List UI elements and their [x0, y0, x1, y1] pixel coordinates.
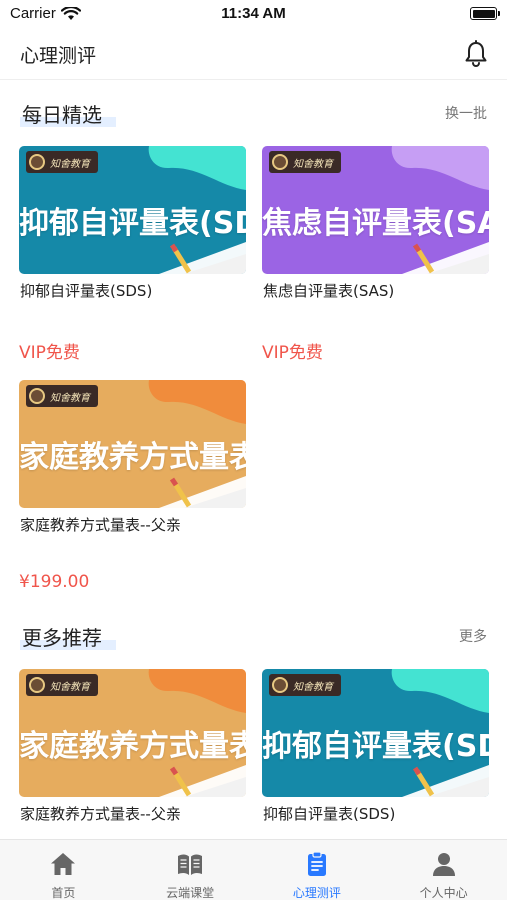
- banner-text: 抑郁自评量表(SDS): [262, 729, 489, 764]
- section-header-more: 更多推荐 更多: [0, 620, 507, 654]
- assessment-card[interactable]: 知舍教育 家庭教养方式量表 家庭教养方式量表--父亲 ¥199.00: [19, 380, 246, 592]
- assessment-card[interactable]: 知舍教育 抑郁自评量表(SDS) 抑郁自评量表(SDS): [262, 669, 489, 823]
- banner-text: 抑郁自评量表(SDS): [19, 206, 246, 241]
- brand-logo-icon: [272, 154, 288, 170]
- brand-badge: 知舍教育: [26, 385, 98, 407]
- section-header-daily: 每日精选 换一批: [0, 97, 507, 131]
- brand-logo-icon: [29, 154, 45, 170]
- brand-name: 知舍教育: [50, 681, 90, 693]
- assessment-card[interactable]: 知舍教育 焦虑自评量表(SAS) 焦虑自评量表(SAS) VIP免费: [262, 146, 489, 363]
- person-icon: [432, 853, 455, 876]
- tab-assessment[interactable]: 心理测评: [254, 840, 381, 900]
- brand-name: 知舍教育: [50, 392, 90, 404]
- brand-badge: 知舍教育: [269, 674, 341, 696]
- status-bar: Carrier 11:34 AM: [0, 0, 507, 28]
- brand-name: 知舍教育: [293, 158, 333, 170]
- card-banner: 知舍教育 家庭教养方式量表: [19, 669, 246, 797]
- tab-bar: 首页 云端课堂 心理测评 个人中心: [0, 839, 507, 900]
- status-time: 11:34 AM: [221, 5, 286, 22]
- home-icon: [51, 853, 76, 875]
- card-title: 家庭教养方式量表--父亲: [20, 805, 181, 823]
- card-price: VIP免费: [262, 343, 323, 363]
- brand-name: 知舍教育: [50, 158, 90, 170]
- page-title: 心理测评: [20, 45, 97, 67]
- assessment-card[interactable]: 知舍教育 抑郁自评量表(SDS) 抑郁自评量表(SDS) VIP免费: [19, 146, 246, 363]
- card-title: 家庭教养方式量表--父亲: [20, 516, 181, 534]
- card-banner: 知舍教育 抑郁自评量表(SDS): [19, 146, 246, 274]
- book-icon: [178, 854, 203, 875]
- brand-logo-icon: [29, 677, 45, 693]
- card-banner: 知舍教育 抑郁自评量表(SDS): [262, 669, 489, 797]
- card-price: VIP免费: [19, 343, 80, 363]
- more-button[interactable]: 更多: [459, 626, 487, 646]
- tab-cloud-class[interactable]: 云端课堂: [127, 840, 254, 900]
- tab-profile[interactable]: 个人中心: [380, 840, 507, 900]
- banner-text: 焦虑自评量表(SAS): [262, 206, 489, 241]
- brand-name: 知舍教育: [293, 681, 333, 693]
- card-price: ¥199.00: [19, 572, 90, 592]
- section-title: 更多推荐: [22, 626, 102, 650]
- brand-badge: 知舍教育: [26, 674, 98, 696]
- card-banner: 知舍教育 家庭教养方式量表: [19, 380, 246, 508]
- brand-badge: 知舍教育: [26, 151, 98, 173]
- refresh-batch-button[interactable]: 换一批: [445, 103, 487, 123]
- card-title: 抑郁自评量表(SDS): [20, 282, 153, 300]
- bell-icon[interactable]: [463, 40, 489, 68]
- assessment-card[interactable]: 知舍教育 家庭教养方式量表 家庭教养方式量表--父亲: [19, 669, 246, 823]
- section-title: 每日精选: [22, 103, 102, 127]
- tab-label: 云端课堂: [166, 886, 215, 900]
- card-title: 焦虑自评量表(SAS): [263, 282, 395, 300]
- card-banner: 知舍教育 焦虑自评量表(SAS): [262, 146, 489, 274]
- brand-logo-icon: [29, 388, 45, 404]
- nav-bar: 心理测评: [0, 28, 507, 80]
- brand-logo-icon: [272, 677, 288, 693]
- banner-text: 家庭教养方式量表: [19, 729, 246, 764]
- tab-home[interactable]: 首页: [0, 840, 127, 900]
- brand-badge: 知舍教育: [269, 151, 341, 173]
- tab-label: 个人中心: [419, 886, 468, 900]
- tab-label: 心理测评: [292, 886, 341, 900]
- card-title: 抑郁自评量表(SDS): [263, 805, 396, 823]
- tab-label: 首页: [51, 886, 76, 900]
- battery-icon: [470, 7, 500, 20]
- clipboard-icon: [307, 851, 326, 876]
- banner-text: 家庭教养方式量表: [19, 440, 246, 475]
